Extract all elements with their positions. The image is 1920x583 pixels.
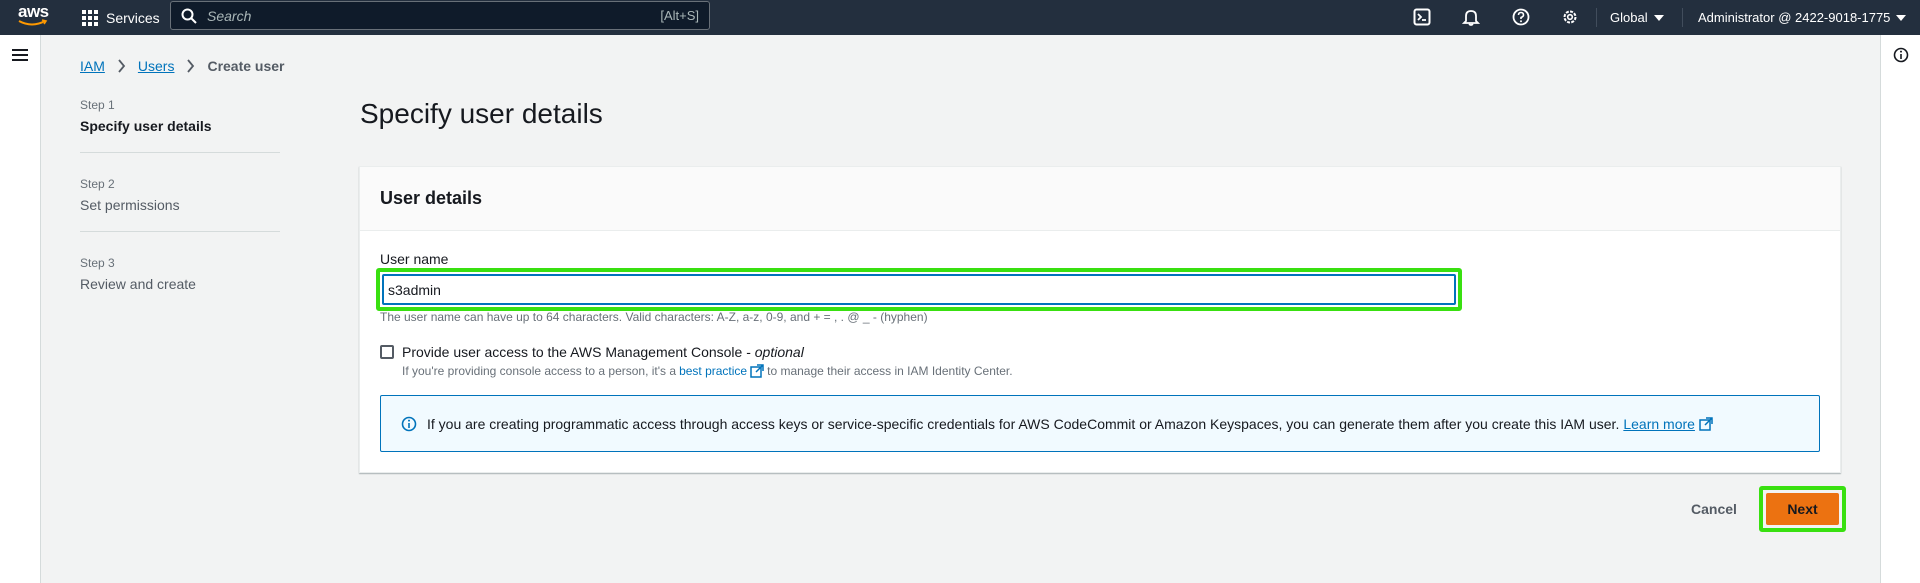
services-menu-button[interactable]: Services: [82, 0, 160, 35]
cancel-button[interactable]: Cancel: [1686, 498, 1742, 520]
search-icon: [181, 8, 197, 24]
username-highlight: [376, 268, 1462, 311]
step-divider: [80, 152, 280, 153]
optional-label: optional: [754, 344, 804, 360]
left-rail: [0, 35, 41, 583]
breadcrumb: IAM Users Create user: [80, 58, 285, 74]
step-title: Review and create: [80, 276, 196, 292]
username-label: User name: [380, 251, 449, 267]
step-number: Step 3: [80, 256, 115, 270]
info-panel-icon[interactable]: [1893, 47, 1909, 63]
breadcrumb-current: Create user: [207, 58, 285, 74]
breadcrumb-iam-link[interactable]: IAM: [80, 58, 105, 74]
grid-icon: [82, 9, 98, 26]
nav-divider: [1596, 8, 1597, 27]
menu-hamburger-icon[interactable]: [12, 49, 28, 61]
console-sub-suffix: to manage their access in IAM Identity C…: [767, 364, 1013, 378]
step-2: Step 2 Set permissions: [80, 177, 280, 213]
search-bar[interactable]: [Alt+S]: [170, 1, 710, 30]
next-highlight: Next: [1759, 486, 1846, 532]
step-number: Step 2: [80, 177, 115, 191]
step-divider: [80, 231, 280, 232]
console-access-option: Provide user access to the AWS Managemen…: [380, 344, 1013, 378]
console-access-checkbox[interactable]: [380, 345, 394, 359]
chevron-down-icon: [1653, 14, 1664, 21]
step-number: Step 1: [80, 98, 115, 112]
console-sub-prefix: If you're providing console access to a …: [402, 364, 677, 378]
console-access-description: If you're providing console access to a …: [402, 364, 1013, 378]
console-access-label[interactable]: Provide user access to the AWS Managemen…: [402, 344, 1013, 360]
nav-divider: [1682, 8, 1683, 27]
account-label: Administrator @ 2422-9018-1775: [1698, 10, 1891, 25]
top-navigation: aws Services [Alt+S]: [0, 0, 1920, 35]
next-button[interactable]: Next: [1766, 493, 1839, 525]
aws-smile-icon: [18, 19, 48, 26]
right-rail: [1880, 35, 1920, 583]
chevron-right-icon: [187, 59, 195, 73]
account-menu[interactable]: Administrator @ 2422-9018-1775: [1698, 0, 1907, 35]
learn-more-link[interactable]: Learn more: [1623, 416, 1695, 432]
info-icon: [401, 416, 417, 431]
search-input[interactable]: [197, 7, 661, 24]
external-link-icon: [1699, 416, 1713, 431]
username-input[interactable]: [382, 274, 1456, 305]
settings-gear-icon[interactable]: [1559, 6, 1581, 28]
search-shortcut: [Alt+S]: [660, 8, 699, 23]
services-label: Services: [106, 9, 160, 26]
aws-logo[interactable]: aws: [18, 2, 52, 30]
chevron-down-icon: [1896, 14, 1907, 21]
region-label: Global: [1610, 10, 1648, 25]
alert-text: If you are creating programmatic access …: [427, 415, 1620, 432]
aws-logo-text: aws: [18, 2, 49, 21]
region-selector[interactable]: Global: [1610, 0, 1664, 35]
external-link-icon: [750, 364, 764, 378]
info-alert: If you are creating programmatic access …: [380, 395, 1820, 452]
breadcrumb-users-link[interactable]: Users: [138, 58, 175, 74]
wizard-steps: Step 1 Specify user details Step 2 Set p…: [80, 98, 280, 292]
card-title: User details: [360, 167, 1840, 231]
chevron-right-icon: [118, 59, 126, 73]
user-details-card: User details User name The user name can…: [359, 166, 1841, 473]
step-title: Set permissions: [80, 197, 180, 213]
best-practice-link[interactable]: best practice: [679, 364, 747, 378]
step-3: Step 3 Review and create: [80, 256, 280, 292]
page-title: Specify user details: [360, 98, 603, 129]
step-1: Step 1 Specify user details: [80, 98, 280, 134]
username-hint: The user name can have up to 64 characte…: [380, 310, 928, 324]
cloudshell-icon[interactable]: [1411, 6, 1433, 28]
step-title: Specify user details: [80, 118, 212, 134]
notifications-bell-icon[interactable]: [1460, 6, 1482, 28]
help-icon[interactable]: [1510, 6, 1532, 28]
